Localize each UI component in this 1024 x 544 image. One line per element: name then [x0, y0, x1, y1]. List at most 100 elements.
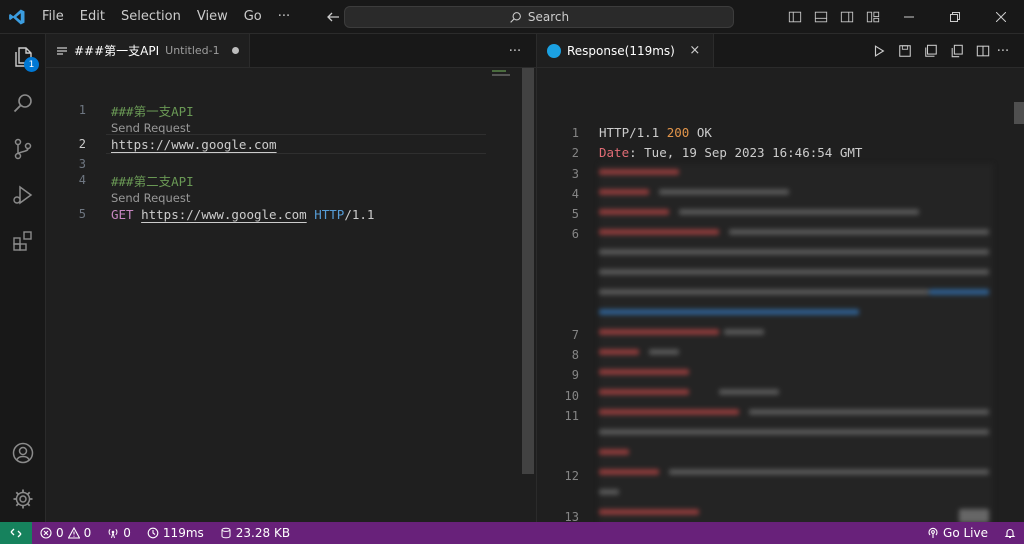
- tab-untitled-1[interactable]: ###第一支API Untitled-1: [46, 34, 250, 67]
- line-number: 12: [564, 469, 579, 483]
- response-size-indicator[interactable]: 23.28 KB: [212, 522, 298, 544]
- toggle-secondary-sidebar-icon[interactable]: [834, 4, 860, 30]
- menu-view[interactable]: View: [189, 0, 236, 34]
- search-label: Search: [527, 10, 570, 24]
- request-line: GET https://www.google.com HTTP/1.1: [111, 207, 374, 222]
- close-tab-icon[interactable]: ×: [687, 43, 703, 59]
- status-bar: 0 0 0 119ms 23.28 KB Go Live: [0, 522, 1024, 544]
- tab-response[interactable]: Response(119ms) ×: [537, 34, 714, 67]
- line-number: 5: [571, 207, 579, 221]
- run-debug-icon[interactable]: [0, 172, 46, 218]
- line-number: 3: [78, 157, 86, 171]
- title-bar-controls: [782, 0, 1024, 34]
- customize-layout-icon[interactable]: [860, 4, 886, 30]
- source-control-icon[interactable]: [0, 126, 46, 172]
- menu-bar: File Edit Selection View Go ···: [34, 0, 298, 34]
- http-version: /1.1: [344, 206, 375, 222]
- line-number: 10: [564, 389, 579, 403]
- save-icon[interactable]: [894, 40, 916, 62]
- restore-window-icon[interactable]: [932, 0, 978, 34]
- response-protocol: HTTP/1.1: [599, 125, 660, 140]
- search-icon[interactable]: [0, 80, 46, 126]
- line-number: 5: [78, 207, 86, 221]
- response-more-actions-button[interactable]: ···: [992, 40, 1014, 62]
- ports-indicator[interactable]: 0: [99, 522, 139, 544]
- menu-more-button[interactable]: ···: [270, 0, 298, 34]
- line-number: 9: [571, 368, 579, 382]
- minimize-window-icon[interactable]: [886, 0, 932, 34]
- response-scrollbar[interactable]: [1014, 102, 1024, 124]
- code-line: 5 GET https://www.google.com HTTP/1.1: [46, 204, 375, 224]
- line-number: 11: [564, 409, 579, 423]
- file-lines-icon: [56, 45, 68, 57]
- go-live-label: Go Live: [943, 526, 988, 540]
- remote-indicator-icon[interactable]: [0, 522, 32, 544]
- line-number: 1: [571, 126, 579, 140]
- blurred-response-body: [599, 164, 993, 522]
- menu-file[interactable]: File: [34, 0, 72, 34]
- close-window-icon[interactable]: [978, 0, 1024, 34]
- header-key: Date: [599, 145, 630, 160]
- response-date-header: Date: Tue, 19 Sep 2023 16:46:54 GMT: [599, 143, 862, 163]
- line-number: 3: [571, 167, 579, 181]
- explorer-badge: 1: [24, 57, 39, 72]
- http-request-editor[interactable]: 1 ###第一支API Send Request 2 https://www.g…: [46, 68, 536, 522]
- back-arrow-icon[interactable]: [322, 6, 344, 28]
- line-number: 2: [571, 146, 579, 160]
- line-number: 6: [571, 227, 579, 241]
- right-editor-group: Response(119ms) × ··· 1 2 3 4 5 6 7 8 9 …: [536, 34, 1024, 522]
- title-bar: File Edit Selection View Go ··· Search: [0, 0, 1024, 34]
- line-number: 2: [78, 137, 86, 151]
- line-number: 13: [564, 510, 579, 522]
- line-number: 4: [78, 173, 86, 187]
- notifications-bell-icon[interactable]: [996, 522, 1024, 544]
- extensions-icon[interactable]: [0, 218, 46, 264]
- save-body-icon[interactable]: [920, 40, 942, 62]
- rest-client-icon: [547, 43, 561, 58]
- problems-indicator[interactable]: 0 0: [32, 522, 99, 544]
- command-center-search[interactable]: Search: [344, 6, 734, 28]
- editor-more-actions-button[interactable]: ···: [504, 40, 526, 62]
- accounts-icon[interactable]: [0, 430, 46, 476]
- search-icon: [509, 11, 522, 24]
- response-duration-indicator[interactable]: 119ms: [139, 522, 212, 544]
- menu-edit[interactable]: Edit: [72, 0, 113, 34]
- request-url[interactable]: https://www.google.com: [141, 207, 307, 222]
- send-request-codelens[interactable]: Send Request: [111, 191, 190, 205]
- status-bar-right: Go Live: [919, 522, 1024, 544]
- copy-icon[interactable]: [946, 40, 968, 62]
- ports-count: 0: [123, 526, 131, 540]
- response-duration: 119ms: [162, 526, 204, 540]
- go-live-button[interactable]: Go Live: [919, 522, 996, 544]
- broadcast-icon: [927, 527, 939, 539]
- explorer-icon[interactable]: 1: [0, 34, 46, 80]
- manage-gear-icon[interactable]: [0, 476, 46, 522]
- unsaved-dot-icon[interactable]: [231, 47, 239, 54]
- response-viewer[interactable]: 1 2 3 4 5 6 7 8 9 10 11 12 13 14 15 HTTP…: [537, 68, 1024, 522]
- minimap[interactable]: [492, 68, 514, 82]
- tab-title: Response(119ms): [567, 43, 675, 58]
- database-icon: [220, 527, 232, 539]
- response-status-code: 200: [666, 125, 690, 140]
- run-icon[interactable]: [868, 40, 890, 62]
- radio-tower-icon: [107, 527, 119, 539]
- code-line: 1 ###第一支API: [46, 100, 194, 120]
- header-value: : Tue, 19 Sep 2023 16:46:54 GMT: [629, 145, 863, 160]
- request-url[interactable]: https://www.google.com: [111, 137, 277, 152]
- menu-selection[interactable]: Selection: [113, 0, 189, 34]
- http-protocol: HTTP: [314, 206, 345, 222]
- line-number: 4: [571, 187, 579, 201]
- toggle-primary-sidebar-icon[interactable]: [782, 4, 808, 30]
- activity-bar: 1: [0, 34, 46, 522]
- split-editor-icon[interactable]: [972, 40, 994, 62]
- response-size: 23.28 KB: [235, 526, 291, 540]
- menu-go[interactable]: Go: [236, 0, 270, 34]
- send-request-codelens[interactable]: Send Request: [111, 121, 190, 135]
- toggle-panel-icon[interactable]: [808, 4, 834, 30]
- left-editor-scrollbar[interactable]: [522, 68, 534, 474]
- request-comment: ###第一支API: [111, 103, 194, 119]
- line-number: 7: [571, 328, 579, 342]
- warning-icon: [67, 527, 80, 539]
- code-line: 4 ###第二支API: [46, 170, 194, 190]
- history-clock-icon: [147, 527, 159, 539]
